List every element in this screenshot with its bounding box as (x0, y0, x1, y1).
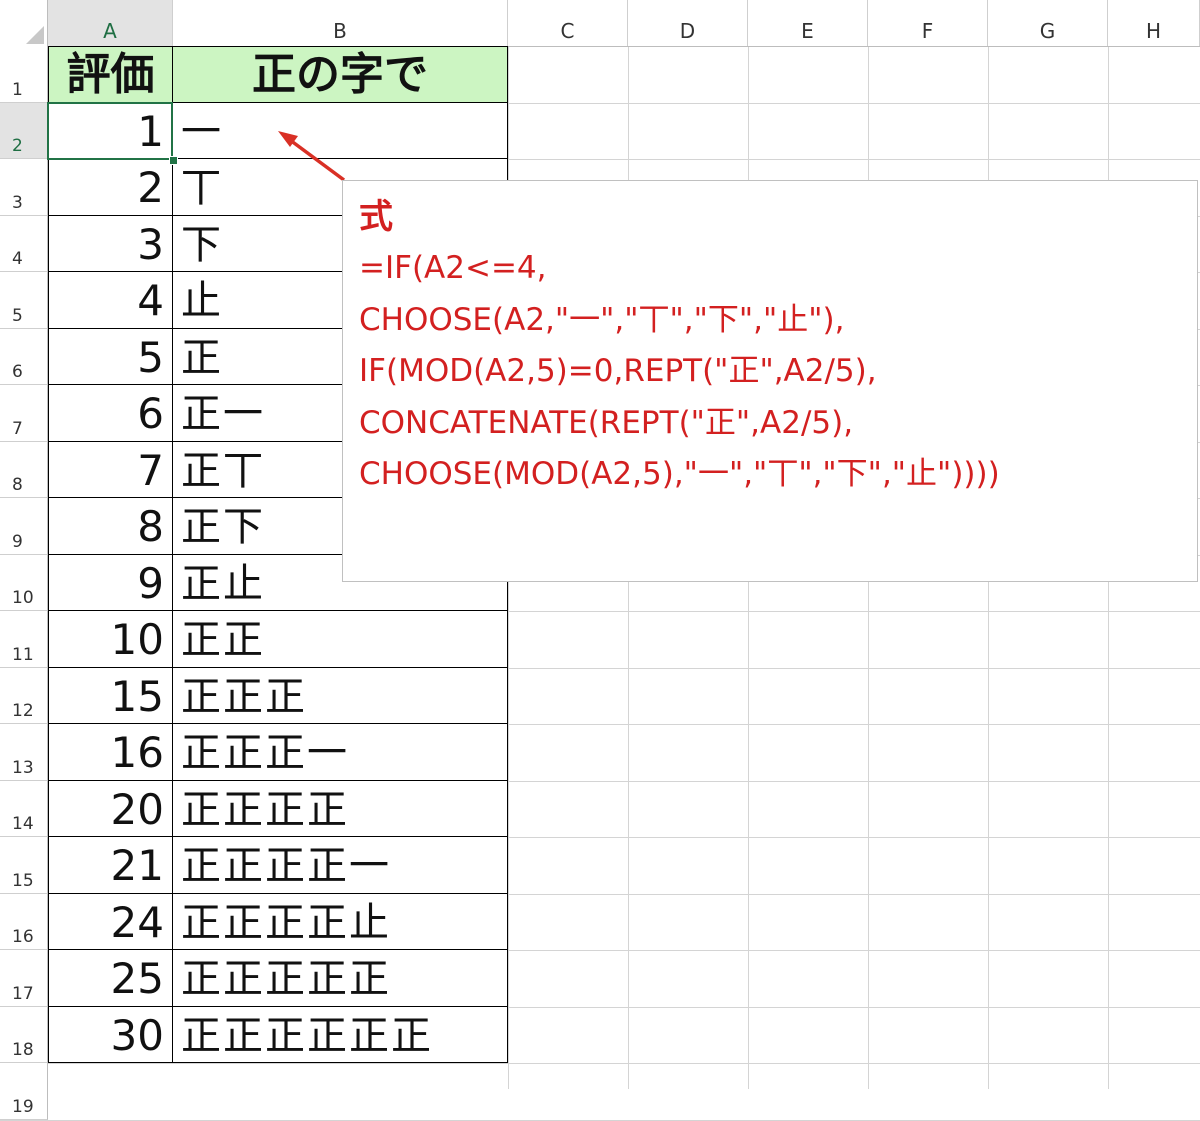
formula-line: CHOOSE(A2,"一","丅","下","止"), (359, 301, 845, 338)
spreadsheet: ABCDEFGH 1 2 3 4 5 6 7 8 9 10 11 12 13 14 15 16 17 18 19 評… (0, 0, 1200, 1121)
formula-line: CONCATENATE(REPT("正",A2/5), (359, 404, 854, 441)
formula-line: IF(MOD(A2,5)=0,REPT("正",A2/5), (359, 353, 877, 389)
annotation-title: 式 (359, 197, 393, 237)
formula-line: =IF(A2<=4, (359, 250, 547, 286)
formula-line: CHOOSE(MOD(A2,5),"一","丅","下","止")))) (359, 456, 1000, 492)
formula-annotation-box: 式 =IF(A2<=4, CHOOSE(A2,"一","丅","下","止"),… (342, 180, 1198, 582)
